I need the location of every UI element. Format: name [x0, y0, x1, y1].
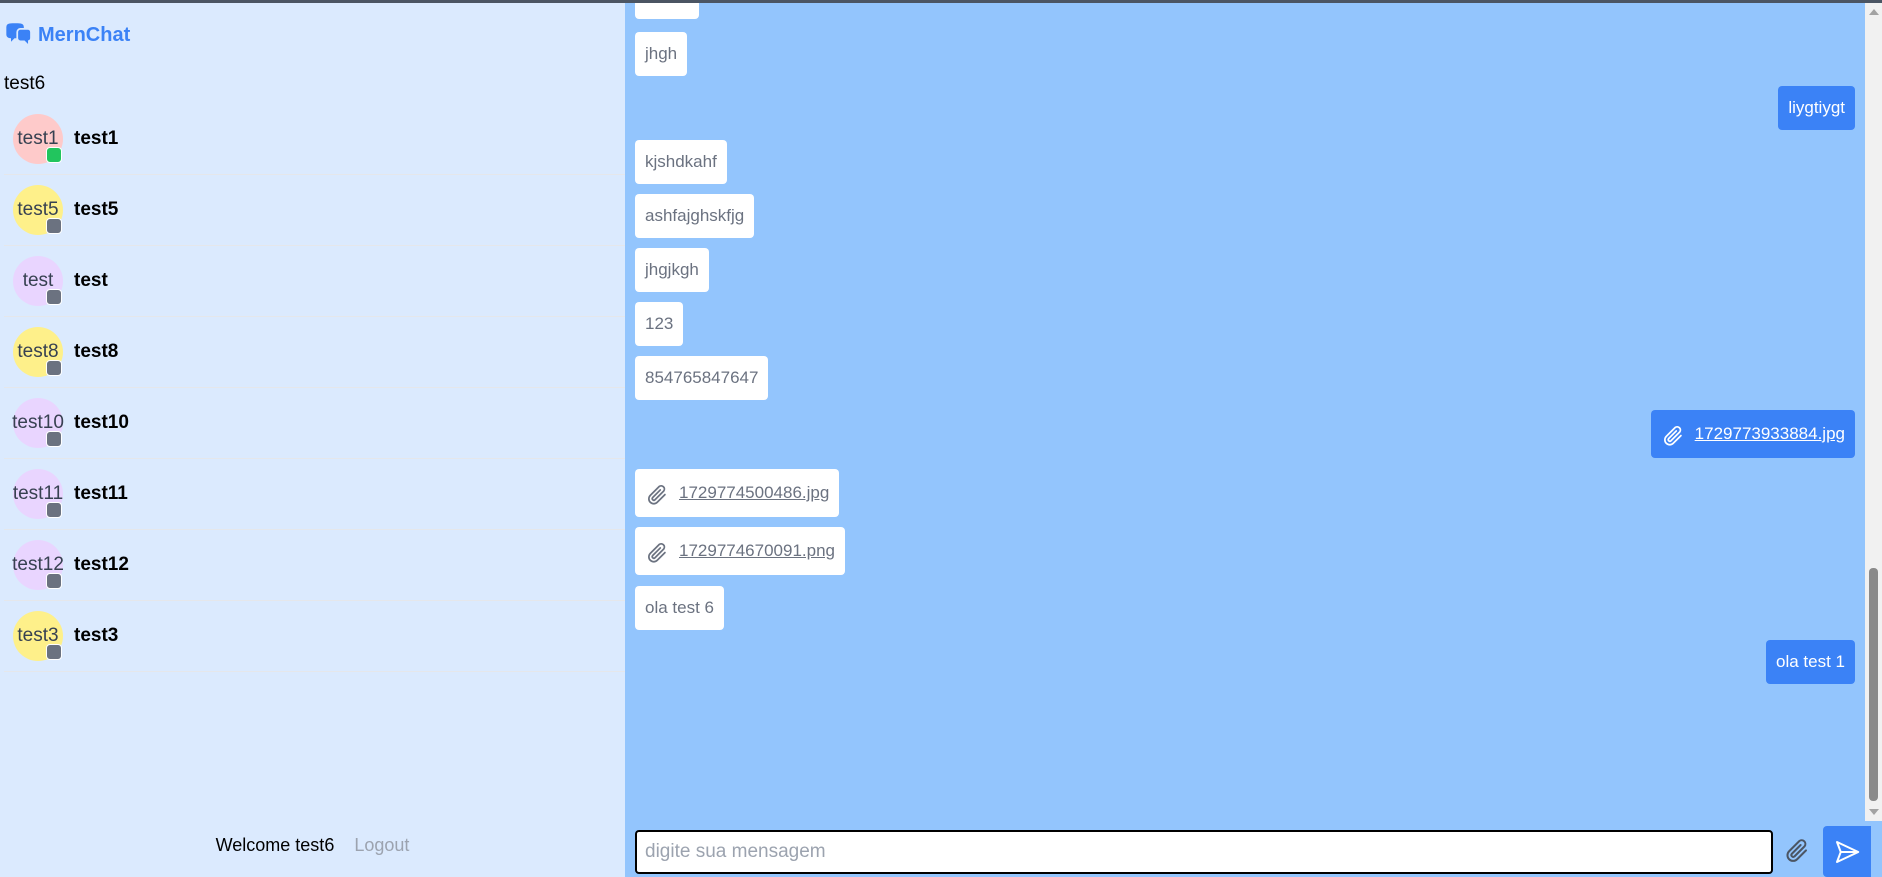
paperclip-icon — [1661, 421, 1687, 447]
contact-name: test5 — [74, 199, 119, 220]
avatar: test — [13, 256, 63, 306]
contact-name: test8 — [74, 341, 119, 362]
welcome-text: Welcome test6 — [215, 835, 335, 855]
message-bubble: kjshdkahf — [635, 140, 727, 184]
contact-name: test10 — [74, 412, 129, 433]
file-message-bubble[interactable]: 1729773933884.jpg — [1650, 410, 1855, 458]
contact-item[interactable]: test test — [4, 246, 625, 317]
avatar: test8 — [13, 327, 63, 377]
contact-item[interactable]: test11 test11 — [4, 459, 625, 530]
avatar: test12 — [12, 540, 64, 590]
avatar: test11 — [13, 469, 63, 519]
offline-status-badge — [46, 218, 62, 234]
attach-file-button[interactable] — [1777, 830, 1819, 874]
send-arrow-icon — [1836, 840, 1860, 863]
message-bubble: jhgjkgh — [635, 248, 709, 292]
send-button[interactable] — [1823, 826, 1871, 877]
file-message-bubble[interactable]: 1729774500486.jpg — [635, 469, 840, 517]
contact-item[interactable]: test8 test8 — [4, 317, 625, 388]
message-composer — [635, 826, 1882, 877]
contact-item[interactable]: test10 test10 — [4, 388, 625, 459]
message-bubble: 854765847647 — [635, 356, 769, 400]
scroll-down-arrow-icon[interactable] — [1869, 809, 1879, 815]
message-bubble: jhgh — [635, 32, 688, 76]
avatar: test3 — [13, 611, 63, 661]
message-bubble: ashfajghskfjg — [635, 194, 755, 238]
offline-status-badge — [46, 289, 62, 305]
offline-status-badge — [46, 502, 62, 518]
contact-item[interactable]: test5 test5 — [4, 175, 625, 246]
file-link[interactable]: 1729774670091.png — [679, 527, 835, 575]
file-link[interactable]: 1729774500486.jpg — [679, 469, 829, 517]
offline-status-badge — [46, 644, 62, 660]
file-message-bubble[interactable]: 1729774670091.png — [635, 527, 845, 575]
offline-status-badge — [46, 360, 62, 376]
message-list: jhgh liygtiygt kjshdkahf ashfajghskfjg jhgjk… — [625, 3, 1865, 821]
file-link[interactable]: 1729773933884.jpg — [1695, 410, 1845, 458]
contact-item[interactable]: test1 test1 — [4, 104, 625, 175]
logout-link[interactable]: Logout — [354, 835, 409, 856]
scroll-up-arrow-icon[interactable] — [1869, 9, 1879, 15]
contact-list: test1 test1 test5 test5 test test test8 test8 te… — [4, 104, 625, 672]
message-bubble: liygtiygt — [1778, 86, 1855, 130]
message-bubble: ola test 1 — [1766, 640, 1855, 684]
message-bubble: 123 — [635, 302, 684, 346]
contact-item[interactable]: test3 test3 — [4, 601, 625, 672]
paperclip-icon — [1786, 838, 1807, 862]
contact-name: test — [74, 270, 108, 291]
sidebar: MernChat test6 test1 test1 test5 test5 test t… — [0, 3, 625, 877]
chat-panel: jhgh liygtiygt kjshdkahf ashfajghskfjg jhgjk… — [625, 3, 1882, 877]
paperclip-icon — [645, 538, 671, 564]
contact-name: test12 — [74, 554, 129, 575]
message-input[interactable] — [635, 829, 1773, 874]
app-logo: MernChat — [4, 21, 130, 49]
chat-bubbles-icon — [6, 23, 31, 44]
paperclip-icon — [645, 480, 671, 506]
current-user-label: test6 — [4, 73, 46, 94]
contact-name: test3 — [74, 625, 119, 646]
avatar: test10 — [12, 398, 64, 448]
message-scrollbar[interactable] — [1865, 3, 1882, 821]
avatar: test1 — [13, 114, 63, 164]
contact-name: test11 — [74, 483, 128, 504]
app-name: MernChat — [38, 23, 131, 46]
message-bubble: ola test 6 — [635, 586, 724, 630]
contact-name: test1 — [74, 128, 119, 149]
offline-status-badge — [46, 573, 62, 589]
avatar: test5 — [13, 185, 63, 235]
scrollbar-thumb[interactable] — [1869, 568, 1878, 801]
message-bubble-partial — [635, 3, 699, 19]
contact-item[interactable]: test12 test12 — [4, 530, 625, 601]
online-status-badge — [46, 147, 62, 163]
sidebar-footer: Welcome test6 Logout — [0, 835, 625, 856]
offline-status-badge — [46, 431, 62, 447]
